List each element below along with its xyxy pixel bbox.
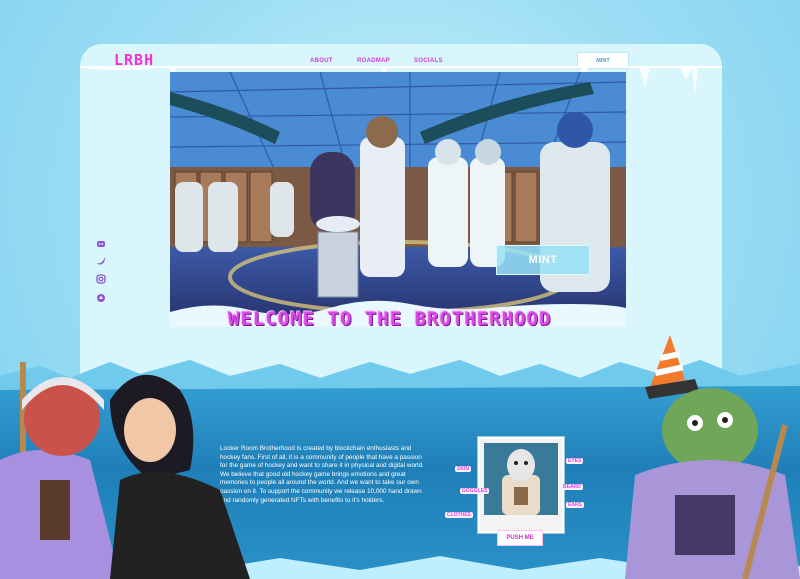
twitter-icon[interactable] xyxy=(96,253,106,265)
instagram-icon[interactable] xyxy=(96,271,106,284)
trait-goggles-label: GOGGLES xyxy=(460,488,490,494)
trait-skin-label: SKIN xyxy=(455,466,471,472)
trait-clothes-label: CLOTHES xyxy=(445,512,473,518)
discord-icon[interactable] xyxy=(96,236,106,247)
trait-eyes-label: EYES xyxy=(566,458,584,464)
push-me-button[interactable]: PUSH ME xyxy=(497,530,543,546)
nav-about[interactable]: ABOUT xyxy=(310,58,333,64)
opensea-icon[interactable] xyxy=(96,290,106,302)
trait-beard-label: BEARD xyxy=(561,484,583,490)
hero-mint-button[interactable]: MINT xyxy=(496,245,590,275)
nft-trait-card xyxy=(478,437,564,533)
left-characters-illustration xyxy=(0,362,250,579)
right-zombie-character-illustration xyxy=(625,335,800,579)
hero-scene xyxy=(170,72,626,327)
hero-locker-room-illustration xyxy=(170,72,626,327)
nav-roadmap[interactable]: ROADMAP xyxy=(357,58,390,64)
trait-ears-label: EARS xyxy=(566,502,584,508)
nav-socials[interactable]: SOCIALS xyxy=(414,58,443,64)
about-paragraph: Locker Room Brotherhood is created by bl… xyxy=(220,445,424,504)
nft-character-image xyxy=(484,443,558,515)
welcome-title: WELCOME TO THE BROTHERHOOD xyxy=(228,308,552,330)
